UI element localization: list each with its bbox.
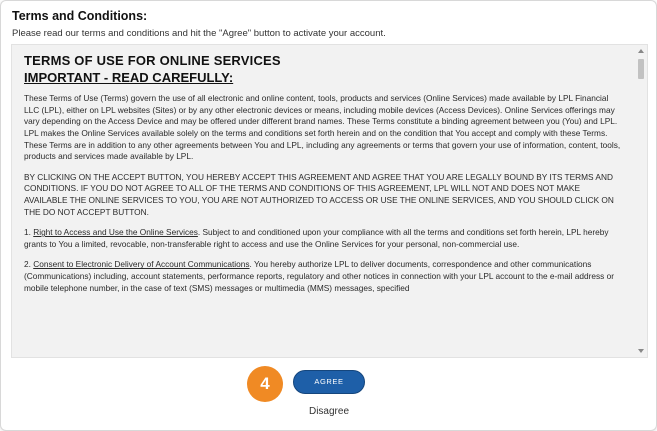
section-1-number: 1.: [24, 227, 34, 238]
terms-paragraph-acceptance: BY CLICKING ON THE ACCEPT BUTTON, YOU HE…: [24, 171, 614, 217]
terms-scroll-area[interactable]: TERMS OF USE FOR ONLINE SERVICES IMPORTA…: [11, 44, 648, 358]
dialog-instructions: Please read our terms and conditions and…: [12, 28, 386, 39]
terms-paragraph-intro: These Terms of Use (Terms) govern the us…: [24, 93, 621, 162]
scroll-up-arrow-icon[interactable]: [638, 49, 644, 53]
step-number-badge: 4: [247, 366, 283, 402]
terms-subheading: IMPORTANT - READ CAREFULLY:: [24, 69, 234, 85]
terms-heading: TERMS OF USE FOR ONLINE SERVICES: [24, 53, 281, 68]
terms-dialog: Terms and Conditions: Please read our te…: [0, 0, 657, 431]
scroll-down-arrow-icon[interactable]: [638, 349, 644, 353]
section-2-title: Consent to Electronic Delivery of Accoun…: [33, 259, 250, 270]
section-2-number: 2.: [24, 259, 34, 270]
scrollbar[interactable]: [636, 45, 647, 357]
terms-section-1: 1. Right to Access and Use the Online Se…: [24, 227, 624, 250]
dialog-title: Terms and Conditions:: [12, 9, 148, 23]
section-1-title: Right to Access and Use the Online Servi…: [33, 227, 198, 238]
agree-button[interactable]: AGREE: [293, 370, 365, 394]
disagree-link[interactable]: Disagree: [293, 406, 365, 417]
terms-section-2: 2. Consent to Electronic Delivery of Acc…: [24, 259, 624, 294]
scroll-thumb[interactable]: [638, 59, 644, 79]
terms-content: TERMS OF USE FOR ONLINE SERVICES IMPORTA…: [24, 53, 624, 303]
